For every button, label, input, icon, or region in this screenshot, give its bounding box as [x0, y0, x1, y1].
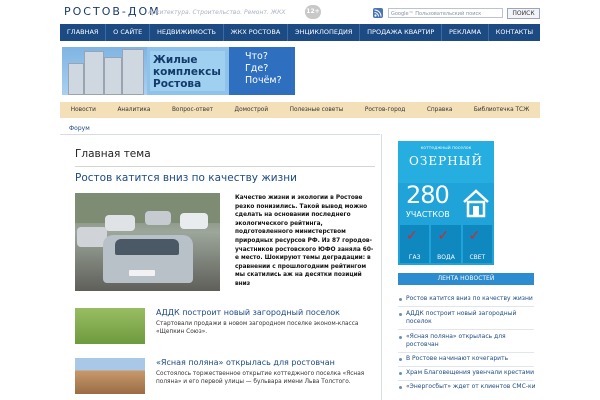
field-thumbnail[interactable] — [75, 308, 145, 344]
site-logo[interactable]: РОСТОВ-ДОМ — [64, 5, 161, 18]
nav-item-realty[interactable]: НЕДВИЖИМОСТЬ — [150, 24, 224, 41]
ad-subtitle: коттеджный поселок — [420, 146, 472, 151]
feed-item[interactable]: Ростов катится вниз по качеству жизни — [398, 295, 538, 303]
subnav-item-city[interactable]: Ростов-город — [354, 102, 416, 118]
news-feed-title: ЛЕНТА НОВОСТЕЙ — [398, 273, 534, 285]
buildings-image — [62, 47, 147, 95]
ad-name: ОЗЕРНЫЙ — [409, 154, 483, 168]
search-input[interactable]: Google™ Пользовательский поиск — [388, 8, 503, 18]
search-button[interactable]: ПОИСК — [507, 8, 540, 19]
water-cell: ✓ ВОДА — [431, 225, 461, 263]
divider — [398, 329, 534, 330]
house-icon — [462, 188, 490, 218]
subnav-item-reference[interactable]: Справка — [416, 102, 463, 118]
ozerny-ad[interactable]: коттеджный поселок ОЗЕРНЫЙ 280 УЧАСТКОВ … — [398, 141, 494, 265]
divider — [398, 366, 534, 367]
subnav-item-library[interactable]: Библиотечка ТСЖ — [463, 102, 540, 118]
feed-item[interactable]: «Ясная поляна» открылась для ростовчан — [398, 333, 538, 349]
divider — [60, 134, 380, 135]
section-title: Главная тема — [75, 148, 151, 160]
nav-item-sale[interactable]: ПРОДАЖА КВАРТИР — [360, 24, 443, 41]
divider — [75, 166, 375, 167]
nav-item-about[interactable]: О САЙТЕ — [106, 24, 151, 41]
ad-unit: УЧАСТКОВ — [406, 210, 450, 219]
feed-item[interactable]: «Энергосбыт» ждет от клиентов СМС-ки — [398, 383, 538, 391]
list-item: АДДК построит новый загородный поселок С… — [75, 308, 375, 348]
power-cell: ✓ СВЕТ — [462, 225, 492, 263]
divider — [398, 380, 534, 381]
subnav-item-news[interactable]: Новости — [60, 102, 107, 118]
complexes-banner[interactable]: Жилые комплексы Ростова Что? Где? Почём? — [62, 47, 295, 95]
check-icon: ✓ — [437, 228, 450, 244]
article-text: Качество жизни и экологии в Ростове резк… — [235, 195, 374, 287]
rss-icon[interactable] — [373, 8, 383, 18]
gas-cell: ✓ ГАЗ — [400, 225, 430, 263]
list-item: «Ясная поляна» открылась для ростовчан С… — [75, 358, 375, 398]
subnav-item-analytics[interactable]: Аналитика — [107, 102, 161, 118]
feed-item[interactable]: В Ростове начинают кочегарить — [398, 355, 538, 363]
subnav-item-domostroy[interactable]: Домострой — [224, 102, 279, 118]
main-nav: ГЛАВНАЯ О САЙТЕ НЕДВИЖИМОСТЬ ЖКХ РОСТОВА… — [60, 24, 540, 41]
news-text: Состоялось торжественное открытие коттед… — [156, 371, 365, 386]
nav-item-contacts[interactable]: КОНТАКТЫ — [489, 24, 540, 41]
nav-item-housing[interactable]: ЖКХ РОСТОВА — [224, 24, 289, 41]
nav-item-encyclopedia[interactable]: ЭНЦИКЛОПЕДИЯ — [288, 24, 361, 41]
nav-item-ads[interactable]: РЕКЛАМА — [442, 24, 489, 41]
article-title[interactable]: Ростов катится вниз по качеству жизни — [75, 172, 297, 184]
news-title[interactable]: «Ясная поляна» открылась для ростовчан — [156, 358, 335, 367]
subnav-item-qa[interactable]: Вопрос-ответ — [161, 102, 224, 118]
banner-right-text: Что? Где? Почём? — [229, 47, 295, 95]
banner-left-text: Жилые комплексы Ростова — [150, 51, 225, 91]
nav-item-home[interactable]: ГЛАВНАЯ — [60, 24, 107, 41]
news-title[interactable]: АДДК построит новый загородный поселок — [156, 308, 340, 317]
feed-item[interactable]: Храм Благовещения увенчали крестами — [398, 369, 538, 377]
age-badge: 12+ — [305, 5, 321, 19]
check-icon: ✓ — [406, 228, 418, 244]
traffic-photo[interactable] — [75, 193, 220, 291]
subnav-item-forum[interactable]: Форум — [69, 125, 90, 132]
check-icon: ✓ — [468, 228, 481, 244]
subnav-item-tips[interactable]: Полезные советы — [279, 102, 354, 118]
ad-utilities: ✓ ГАЗ ✓ ВОДА ✓ СВЕТ — [400, 225, 492, 263]
divider — [398, 306, 534, 307]
house-thumbnail[interactable] — [75, 358, 145, 394]
sub-nav: Новости Аналитика Вопрос-ответ Домострой… — [60, 102, 540, 118]
divider — [398, 352, 534, 353]
site-tagline: Архитектура. Строительство. Ремонт. ЖКХ — [148, 9, 286, 16]
feed-item[interactable]: АДДК построит новый загородный поселок — [398, 310, 538, 326]
divider — [381, 134, 382, 400]
news-text: Стартовали продажи в новом загородном по… — [156, 321, 359, 336]
ad-number: 280 — [406, 181, 450, 209]
page: РОСТОВ-ДОМ Архитектура. Строительство. Р… — [60, 0, 540, 400]
